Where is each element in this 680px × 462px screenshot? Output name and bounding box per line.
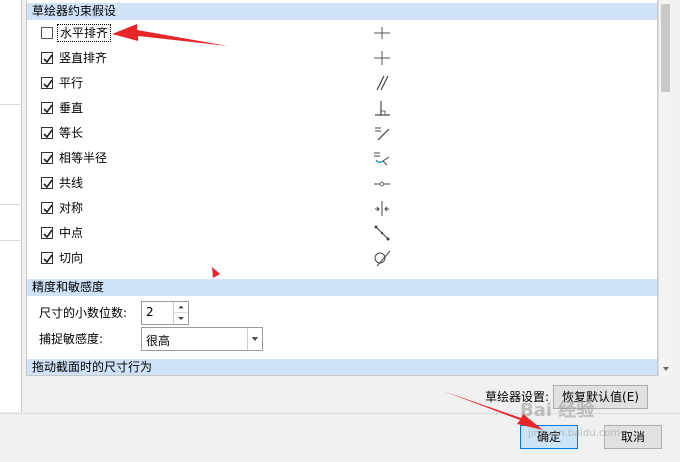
checkbox-tangent[interactable] (41, 252, 53, 264)
constraint-label: 对称 (59, 201, 84, 215)
constraint-label: 中点 (59, 226, 84, 240)
section-header-constraints: 草绘器约束假设 (27, 3, 657, 20)
watermark-logo: Bai 经验 (520, 400, 595, 421)
dropdown-arrow-icon[interactable] (247, 328, 262, 350)
options-scroll-area: 草绘器约束假设 水平排齐 竖直排齐 平行 垂直 等长 相等半径 共线 对称 中点… (26, 0, 658, 376)
chevron-down-icon[interactable] (174, 313, 188, 324)
checkbox-symmetric[interactable] (41, 202, 53, 214)
constraint-row-parallel[interactable]: 平行 (27, 71, 657, 96)
checkbox-midpoint[interactable] (41, 227, 53, 239)
scrollbar-thumb[interactable] (661, 4, 670, 92)
section-header-drag: 拖动截面时的尺寸行为 (27, 359, 657, 375)
constraint-row-collinear[interactable]: 共线 (27, 171, 657, 196)
perpendicular-icon (375, 101, 390, 116)
left-panel-divider (0, 240, 22, 241)
horizontal-icon (374, 27, 390, 39)
constraint-label: 竖直排齐 (59, 51, 108, 65)
left-navigation-panel (0, 0, 22, 412)
constraint-row-perpendicular[interactable]: 垂直 (27, 96, 657, 121)
constraint-label: 切向 (59, 251, 84, 265)
constraint-label: 等长 (59, 126, 84, 140)
checkbox-equal-length[interactable] (41, 127, 53, 139)
left-panel-divider (0, 104, 22, 105)
constraint-row-equal-radius[interactable]: 相等半径 (27, 146, 657, 171)
constraint-row-vertical[interactable]: 竖直排齐 (27, 46, 657, 71)
constraint-label: 平行 (59, 76, 84, 90)
decimals-value[interactable]: 2 (146, 305, 154, 319)
vertical-icon (374, 51, 390, 65)
watermark-url: jingyan.baidu.com (528, 428, 621, 439)
constraint-label: 水平排齐 (57, 24, 112, 42)
constraint-row-symmetric[interactable]: 对称 (27, 196, 657, 221)
checkbox-horizontal[interactable] (41, 27, 53, 39)
parallel-icon (376, 75, 389, 91)
constraint-label: 共线 (59, 176, 84, 190)
constraint-row-equal-length[interactable]: 等长 (27, 121, 657, 146)
checkbox-equal-radius[interactable] (41, 152, 53, 164)
checkbox-vertical[interactable] (41, 52, 53, 64)
constraint-row-horizontal[interactable]: 水平排齐 (27, 21, 657, 46)
checkbox-collinear[interactable] (41, 177, 53, 189)
constraint-row-midpoint[interactable]: 中点 (27, 221, 657, 246)
vertical-scrollbar[interactable] (658, 0, 672, 376)
constraint-label: 垂直 (59, 101, 84, 115)
sensitivity-dropdown[interactable]: 很高 (141, 327, 263, 351)
checkbox-perpendicular[interactable] (41, 102, 53, 114)
decimals-spinner[interactable]: 2 (141, 301, 189, 325)
left-panel-divider (0, 204, 22, 205)
sensitivity-label: 捕捉敏感度: (39, 332, 104, 346)
symmetric-icon (375, 201, 389, 216)
scroll-down-icon[interactable] (659, 362, 673, 376)
constraint-label: 相等半径 (59, 151, 108, 165)
collinear-icon (374, 181, 390, 187)
equal-length-icon (375, 127, 390, 141)
midpoint-icon (374, 225, 390, 241)
tangent-icon (374, 250, 391, 267)
checkbox-parallel[interactable] (41, 77, 53, 89)
section-header-precision: 精度和敏感度 (27, 279, 657, 296)
spinner-buttons[interactable] (173, 302, 188, 324)
equal-radius-icon (374, 152, 390, 166)
constraint-row-tangent[interactable]: 切向 (27, 246, 657, 271)
decimals-label: 尺寸的小数位数: (39, 306, 128, 320)
chevron-up-icon[interactable] (174, 302, 188, 313)
sensitivity-value[interactable]: 很高 (146, 332, 170, 349)
